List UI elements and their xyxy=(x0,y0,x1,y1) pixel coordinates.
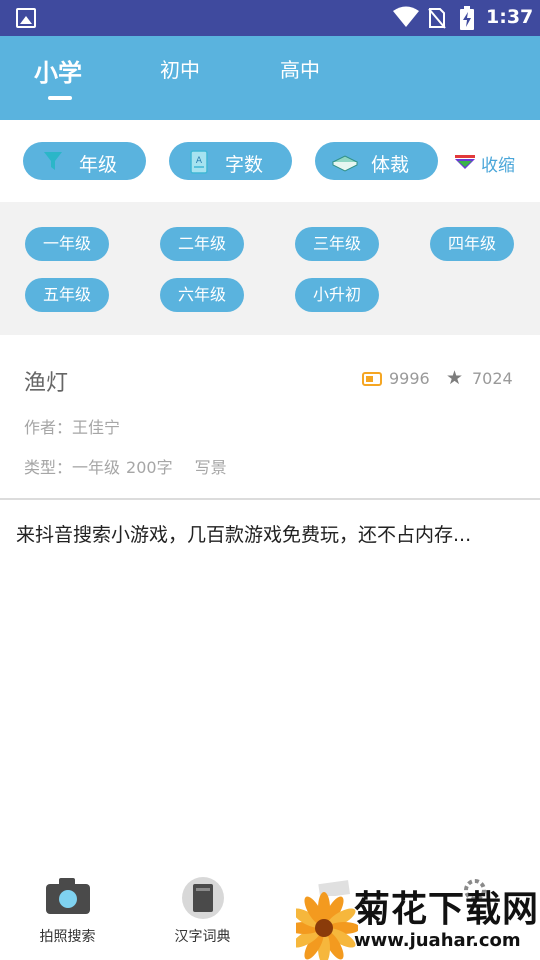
nav-dictionary-label: 汉字词典 xyxy=(174,929,231,945)
wordcount-filter-label: 字数 xyxy=(225,154,264,176)
essay-grade: 一年级 xyxy=(72,458,121,477)
favorite-count: 7024 xyxy=(472,369,513,388)
grade-option-5[interactable]: 五年级 xyxy=(25,278,109,312)
collapse-triangle-icon xyxy=(455,155,475,169)
active-tab-indicator xyxy=(48,96,72,100)
ad-banner-text[interactable]: 来抖音搜索小游戏，几百款游戏免费玩，还不占内存... xyxy=(16,520,471,547)
svg-text:A: A xyxy=(196,156,203,166)
grade-filter-button[interactable]: 年级 xyxy=(23,142,146,180)
no-sim-icon xyxy=(428,8,446,29)
nav-photo-search-label: 拍照搜索 xyxy=(39,929,96,945)
level-tab-bar: 小学 初中 高中 xyxy=(0,36,540,120)
tab-primary-school[interactable]: 小学 xyxy=(34,53,82,88)
nav-dictionary[interactable]: 汉字词典 xyxy=(135,870,270,960)
wifi-icon xyxy=(393,6,419,27)
grade-option-2[interactable]: 二年级 xyxy=(160,227,244,261)
grade-option-6[interactable]: 六年级 xyxy=(160,278,244,312)
essay-genre: 写景 xyxy=(194,458,227,477)
grade-option-4[interactable]: 四年级 xyxy=(430,227,514,261)
grade-option-3[interactable]: 三年级 xyxy=(295,227,379,261)
watermark-url: www.juahar.com xyxy=(354,930,521,951)
battery-charging-icon xyxy=(460,6,474,30)
site-watermark: 菊花下载网 www.juahar.com xyxy=(296,880,540,960)
genre-filter-label: 体裁 xyxy=(371,154,410,176)
filter-bar: 年级 A 字数 体裁 收缩 xyxy=(0,120,540,202)
essay-type-label: 类型： xyxy=(24,458,73,477)
essay-word-count: 200字 xyxy=(126,458,173,477)
essay-card[interactable]: 渔灯 9996 ★ 7024 作者：王佳宁 类型：一年级 200字 写景 xyxy=(0,335,540,500)
essay-author: 作者：王佳宁 xyxy=(24,418,121,437)
image-notification-icon xyxy=(16,8,36,28)
essay-title: 渔灯 xyxy=(24,371,69,396)
views-icon xyxy=(362,372,382,386)
dictionary-icon xyxy=(182,877,224,919)
tab-junior-high[interactable]: 初中 xyxy=(160,54,200,83)
view-count: 9996 xyxy=(389,369,430,388)
grade-option-1[interactable]: 一年级 xyxy=(25,227,109,261)
grade-filter-label: 年级 xyxy=(79,154,118,176)
grade-options-panel: 一年级 二年级 三年级 四年级 五年级 六年级 小升初 xyxy=(0,202,540,335)
status-bar: 1:37 xyxy=(0,0,540,36)
camera-icon xyxy=(46,878,90,914)
wordcount-filter-button[interactable]: A 字数 xyxy=(169,142,292,180)
watermark-title: 菊花下载网 xyxy=(354,889,540,930)
filter-icon xyxy=(44,152,62,170)
document-icon: A xyxy=(190,150,208,174)
essay-type-row: 类型：一年级 200字 写景 xyxy=(24,454,233,478)
genre-filter-button[interactable]: 体裁 xyxy=(315,142,438,180)
star-icon: ★ xyxy=(446,367,464,389)
chrysanthemum-logo-icon xyxy=(296,892,358,960)
collapse-label: 收缩 xyxy=(481,156,515,176)
grade-option-graduation[interactable]: 小升初 xyxy=(295,278,379,312)
status-time: 1:37 xyxy=(486,6,534,28)
nav-photo-search[interactable]: 拍照搜索 xyxy=(0,870,135,960)
tab-senior-high[interactable]: 高中 xyxy=(280,54,320,83)
book-icon xyxy=(331,155,359,172)
